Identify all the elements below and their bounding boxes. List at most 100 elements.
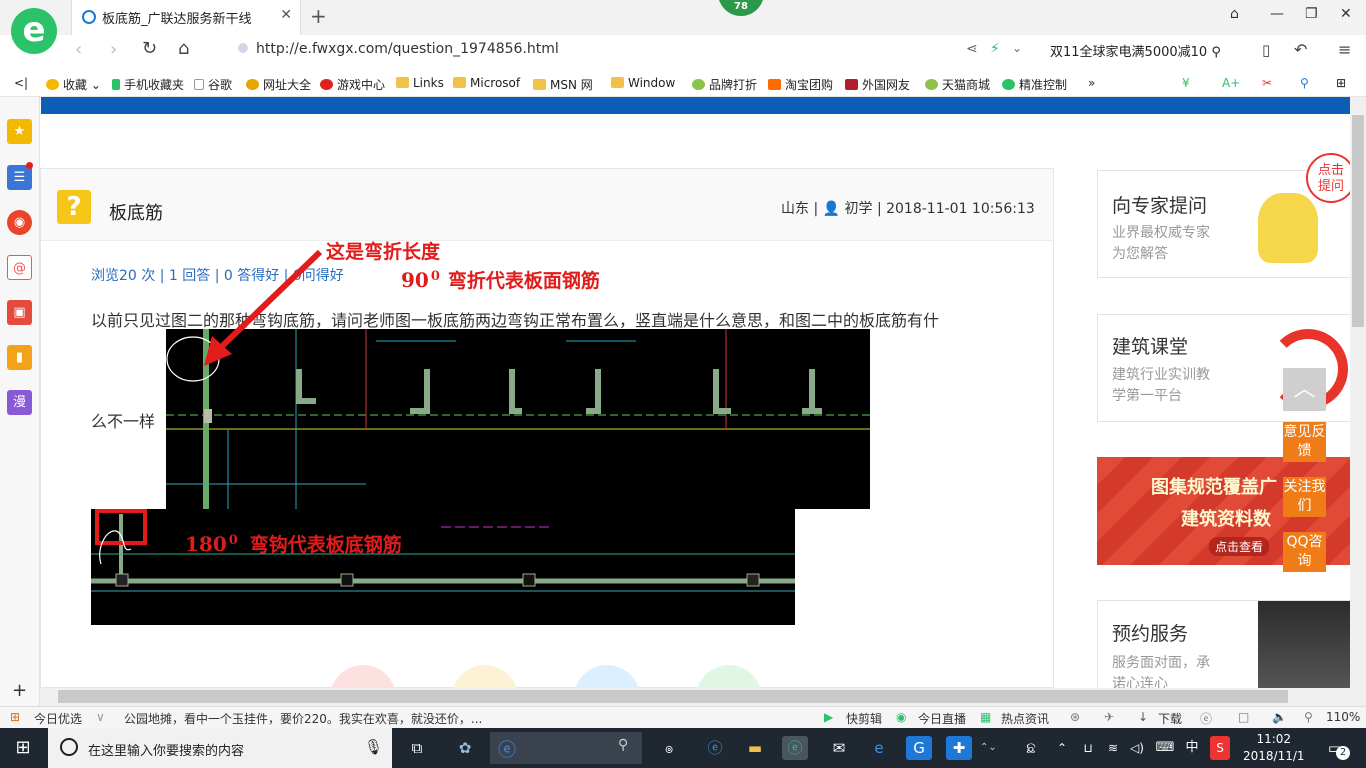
tab-active[interactable]: 板底筋_广联达服务新干线 ✕	[71, 0, 301, 35]
bookmark-label: 淘宝团购	[785, 78, 834, 92]
bookmark-mobile[interactable]: 手机收藏夹	[112, 76, 184, 93]
tab-close-icon[interactable]: ✕	[280, 7, 292, 23]
windows-start-icon[interactable]: ⊞	[10, 736, 36, 760]
window-close-icon[interactable]: ✕	[1340, 6, 1352, 22]
bookmarks-more-icon[interactable]: »	[1088, 76, 1095, 90]
hot-news[interactable]: 热点资讯	[1001, 710, 1049, 727]
bookmark-links[interactable]: Links	[396, 76, 444, 90]
shirt-icon[interactable]: ⌂	[1230, 6, 1239, 22]
wifi-icon[interactable]: ≋	[1104, 736, 1122, 760]
apps-icon[interactable]: ⊞	[1336, 76, 1346, 90]
quick-clip[interactable]: 快剪辑	[846, 710, 882, 727]
volume-icon[interactable]: ◁)	[1128, 736, 1146, 760]
follow-button[interactable]: 关注我们	[1283, 477, 1326, 517]
browser-360-icon[interactable]: ⓔ	[782, 736, 808, 760]
people-icon[interactable]: ଛ	[1018, 736, 1044, 760]
bookmark-favorites[interactable]: 收藏 ⌄	[46, 76, 101, 93]
book-icon[interactable]: ▮	[7, 345, 32, 370]
bookmark-games[interactable]: 游戏中心	[320, 76, 385, 93]
share-icon[interactable]: ⋖	[966, 41, 978, 57]
ie-mode-icon[interactable]: ⓔ	[1200, 710, 1212, 727]
forward-icon[interactable]: ›	[110, 39, 117, 60]
g-app-icon[interactable]: G	[906, 736, 932, 760]
microphone-icon[interactable]: 🎙	[364, 738, 383, 756]
minimize-icon[interactable]: —	[1270, 6, 1284, 22]
sogou-icon[interactable]: S	[1210, 736, 1230, 760]
translate-icon[interactable]: A+	[1222, 76, 1240, 90]
download-link[interactable]: 下载	[1158, 710, 1182, 727]
ask-expert-card[interactable]: 向专家提问 业界最权威专家 为您解答 点击 提问	[1097, 153, 1356, 278]
ie-taskbar-icon[interactable]: ⓔ	[702, 736, 728, 760]
lightning-icon[interactable]: ⚡	[990, 41, 1000, 57]
bookmark-label: 手机收藏夹	[124, 78, 185, 92]
edge-icon[interactable]: e	[866, 736, 892, 760]
sound-icon[interactable]: 🔈	[1272, 710, 1287, 724]
banner-button[interactable]: 点击查看	[1209, 537, 1270, 556]
add-sidebar-icon[interactable]: +	[12, 680, 27, 701]
restore-icon[interactable]: ❐	[1305, 6, 1318, 22]
game-icon[interactable]: ▣	[7, 300, 32, 325]
refresh-icon[interactable]: ↻	[142, 38, 157, 59]
horizontal-scroll-thumb[interactable]	[58, 690, 1288, 703]
bookmarks-collapse-icon[interactable]: <|	[14, 76, 28, 90]
live-today[interactable]: 今日直播	[918, 710, 966, 727]
home-icon[interactable]: ⌂	[178, 38, 189, 59]
weibo-icon[interactable]: ◉	[7, 210, 32, 235]
pin-icon[interactable]: ✈	[1104, 710, 1114, 724]
browser-logo-icon[interactable]: e	[11, 8, 57, 54]
url-field[interactable]: http://e.fwxgx.com/question_1974856.html	[238, 41, 559, 57]
speed-icon[interactable]: ⊛	[1070, 710, 1080, 724]
qq-button[interactable]: QQ咨询	[1283, 532, 1326, 572]
bookmark-google[interactable]: 谷歌	[194, 76, 232, 93]
ime-indicator[interactable]: 中	[1182, 736, 1202, 760]
undo-icon[interactable]: ↶	[1294, 40, 1307, 59]
taskbar-search[interactable]: 在这里输入你要搜索的内容 🎙	[48, 728, 392, 768]
bookmark-hao[interactable]: 网址大全	[246, 76, 311, 93]
phone-icon[interactable]: ▯	[1262, 41, 1270, 59]
task-view-icon[interactable]: ⧉	[404, 736, 430, 760]
bookmark-brand[interactable]: 品牌打折	[692, 76, 757, 93]
booking-card[interactable]: 预约服务 服务面对面，承 诺心连心	[1097, 600, 1352, 692]
mail-app-icon[interactable]: ✉	[826, 736, 852, 760]
news-ticker[interactable]: 公园地摊，看中一个玉挂件，要价220。我实在欢喜，就没还价，...	[124, 710, 482, 727]
fan-app-icon[interactable]: ✿	[452, 736, 478, 760]
search-suggestion[interactable]: 双11全球家电满5000减10 ⚲	[1050, 41, 1221, 60]
bookmark-label: 游戏中心	[337, 78, 386, 92]
scissors-icon[interactable]: ✂	[1262, 76, 1272, 90]
bookmark-taobao[interactable]: 淘宝团购	[768, 76, 833, 93]
window-icon[interactable]: □	[1238, 710, 1249, 724]
taskbar-scroll-icon[interactable]: ⌃⌄	[980, 736, 997, 760]
plus-app-icon[interactable]: ✚	[946, 736, 972, 760]
bookmark-windows[interactable]: Window	[611, 76, 675, 90]
bookmark-tmall[interactable]: 天猫商城	[925, 76, 990, 93]
network-icon[interactable]: ⊔	[1080, 736, 1096, 760]
zoom-level[interactable]: 110%	[1326, 710, 1360, 724]
dropdown-icon[interactable]: ⌄	[1012, 41, 1022, 55]
zoom-icon[interactable]: ⚲	[1300, 76, 1309, 90]
ie-search-box[interactable]: ⓔ ⚲	[490, 732, 642, 764]
new-tab-icon[interactable]: +	[310, 4, 327, 28]
favorites-star-icon[interactable]: ★	[7, 119, 32, 144]
ask-bubble[interactable]: 点击 提问	[1306, 153, 1356, 203]
comic-icon[interactable]: 漫	[7, 390, 32, 415]
feedback-button[interactable]: 意见反馈	[1283, 422, 1326, 462]
taskbar-search-placeholder: 在这里输入你要搜索的内容	[88, 744, 245, 759]
mail-icon[interactable]: @	[7, 255, 32, 280]
today-picks[interactable]: 今日优选	[34, 710, 82, 727]
clock[interactable]: 11:02 2018/11/1	[1243, 731, 1305, 765]
url-text: http://e.fwxgx.com/question_1974856.html	[256, 41, 559, 57]
app-swirl-icon[interactable]: ၜ	[656, 736, 682, 760]
bookmark-microsoft[interactable]: Microsof	[453, 76, 520, 90]
bookmark-label: Links	[413, 76, 444, 90]
wallet-icon[interactable]: ¥	[1182, 76, 1190, 90]
file-explorer-icon[interactable]: ▬	[742, 736, 768, 760]
back-icon[interactable]: ‹	[75, 39, 82, 60]
back-to-top-icon[interactable]: ︿	[1283, 368, 1326, 411]
menu-icon[interactable]: ≡	[1338, 40, 1351, 59]
keyboard-icon[interactable]: ⌨	[1154, 736, 1176, 760]
bookmark-msn[interactable]: MSN 网	[533, 76, 593, 93]
bookmark-foreign[interactable]: 外国网友	[845, 76, 910, 93]
bookmark-precise[interactable]: 精准控制	[1002, 76, 1067, 93]
vertical-scroll-thumb[interactable]	[1352, 115, 1364, 327]
show-hidden-icon[interactable]: ⌃	[1054, 736, 1070, 760]
